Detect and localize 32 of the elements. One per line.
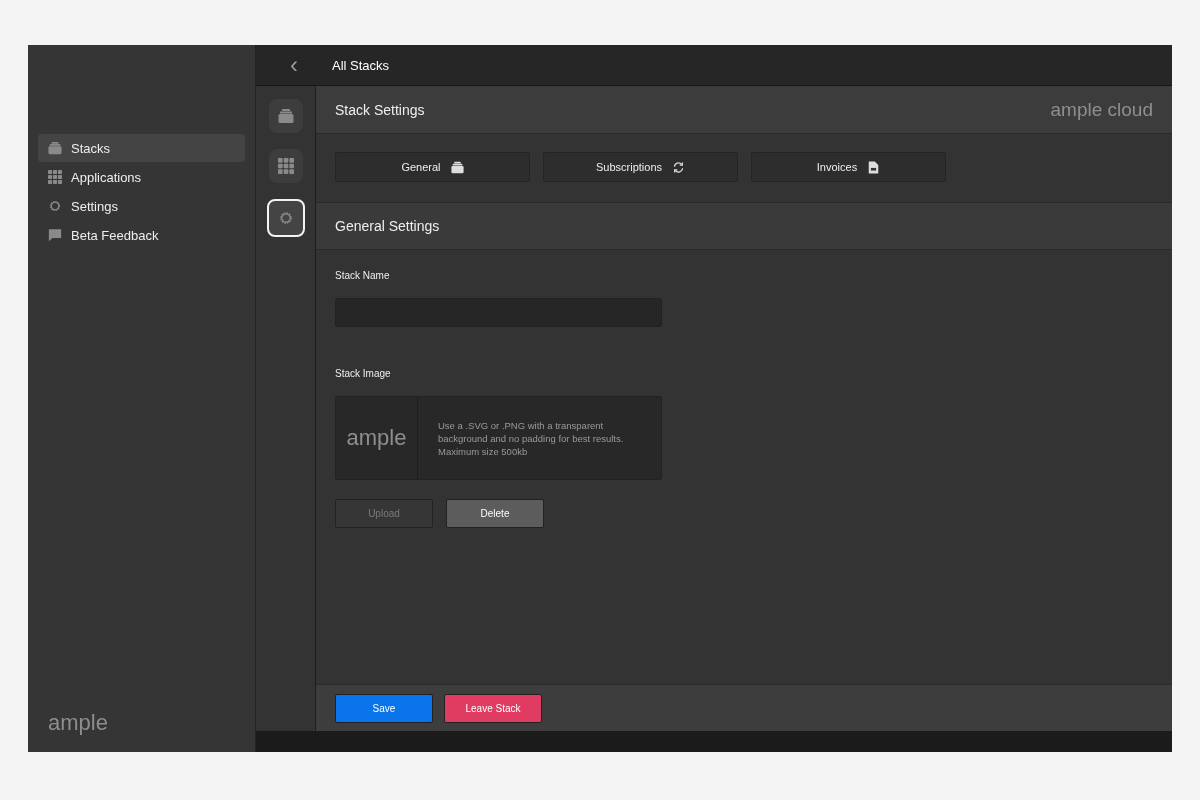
tab[interactable]: Invoices <box>751 152 946 182</box>
grid-icon <box>277 158 294 174</box>
document-icon <box>867 160 881 174</box>
tray-icon <box>48 141 62 155</box>
settings-icon <box>48 199 62 213</box>
sidebar-item[interactable]: Stacks <box>38 134 245 162</box>
image-button[interactable]: Delete <box>446 499 544 528</box>
field-label: Stack Image <box>335 368 391 379</box>
tray-icon <box>450 160 464 174</box>
logo: ample <box>48 710 108 736</box>
tray-icon <box>277 108 294 124</box>
image-dropzone[interactable]: ample Use a .SVG or .PNG with a transparent background and no padding for best results. Maximum size 500kb <box>335 396 662 480</box>
brand-logo: ample cloud <box>1050 98 1153 121</box>
back-button[interactable]: ‹ <box>256 51 332 79</box>
sidebar-item[interactable]: Beta Feedback <box>38 221 245 249</box>
tab[interactable]: General <box>335 152 530 182</box>
refresh-icon <box>672 160 685 174</box>
save-button[interactable]: Save <box>335 693 433 723</box>
logo-preview: ample <box>346 425 407 451</box>
chat-icon <box>48 228 62 242</box>
tab[interactable]: Subscriptions <box>543 152 738 182</box>
settings-icon <box>277 210 294 226</box>
panel-title: Stack Settings <box>335 101 425 118</box>
grid-icon <box>48 170 62 184</box>
sidebar-item[interactable]: Settings <box>38 192 245 220</box>
rail-button[interactable] <box>266 199 305 237</box>
leave-button[interactable]: Leave Stack <box>444 693 542 723</box>
sidebar-item[interactable]: Applications <box>38 163 245 191</box>
page-title: All Stacks <box>332 57 390 73</box>
field-label: Stack Name <box>335 270 390 281</box>
section-title: General Settings <box>335 218 440 234</box>
hint-text: Use a .SVG or .PNG with a transparent background and no padding for best results. Maximum size 500kb <box>437 419 625 459</box>
